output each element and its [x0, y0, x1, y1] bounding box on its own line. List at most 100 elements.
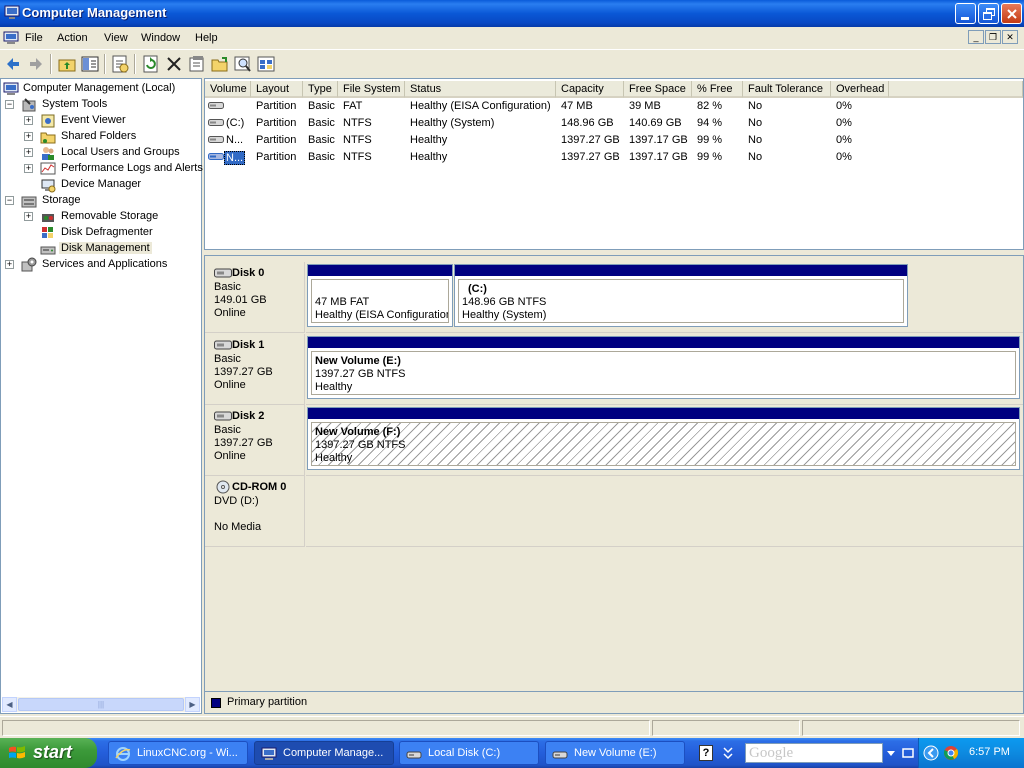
- disk-name: Disk 0: [232, 267, 265, 279]
- title-bar[interactable]: Computer Management: [0, 0, 1024, 27]
- toolbar-separator: [134, 54, 136, 74]
- cell-volume: N...: [224, 151, 246, 165]
- cell-file-system: NTFS: [343, 134, 372, 146]
- partition-c[interactable]: (C:) 148.96 GB NTFS Healthy (System): [454, 264, 908, 327]
- primary-partition-bar: [308, 265, 452, 276]
- disk-info-disk0[interactable]: Disk 0 Basic 149.01 GB Online: [205, 262, 305, 333]
- volume-row[interactable]: Partition Basic FAT Healthy (EISA Config…: [205, 98, 1023, 115]
- tree-label: Computer Management (Local): [23, 82, 176, 94]
- search-dropdown-icon[interactable]: [886, 748, 896, 758]
- expand-toggle[interactable]: +: [24, 132, 33, 141]
- cell-free-space: 1397.17 GB: [629, 151, 688, 163]
- disk-row-disk1: Disk 1 Basic 1397.27 GB Online New Volum…: [205, 334, 1023, 405]
- up-folder-icon[interactable]: [57, 54, 77, 74]
- column-header-free-space[interactable]: Free Space: [624, 81, 692, 98]
- minimize-button[interactable]: [955, 3, 976, 24]
- partition-label: New Volume (F:): [315, 426, 401, 438]
- chrome-icon[interactable]: [943, 745, 959, 761]
- mdi-close-button[interactable]: ✕: [1002, 30, 1018, 44]
- expand-toggle[interactable]: +: [24, 116, 33, 125]
- collapse-toggle[interactable]: −: [5, 100, 14, 109]
- mdi-minimize-button[interactable]: _: [968, 30, 984, 44]
- cell-capacity: 47 MB: [561, 100, 593, 112]
- volume-row-selected[interactable]: N... Partition Basic NTFS Healthy 1397.2…: [205, 149, 1023, 166]
- partition-f[interactable]: New Volume (F:) 1397.27 GB NTFS Healthy: [307, 407, 1020, 470]
- column-header-status[interactable]: Status: [405, 81, 556, 98]
- scroll-right-button[interactable]: ▶: [185, 697, 200, 712]
- expand-toggle[interactable]: +: [24, 164, 33, 173]
- taskbar-button-computer-management[interactable]: Computer Manage...: [254, 741, 394, 765]
- column-header-file-system[interactable]: File System: [338, 81, 405, 98]
- expand-toggle[interactable]: +: [24, 148, 33, 157]
- open-folder-icon[interactable]: [210, 54, 230, 74]
- volume-row[interactable]: N... Partition Basic NTFS Healthy 1397.2…: [205, 132, 1023, 149]
- column-header-overhead[interactable]: Overhead: [831, 81, 889, 98]
- restore-button[interactable]: [978, 3, 999, 24]
- menu-action[interactable]: Action: [57, 32, 88, 44]
- help-icon[interactable]: ?: [699, 745, 713, 761]
- taskbar-button-linuxcnc[interactable]: LinuxCNC.org - Wi...: [108, 741, 248, 765]
- expand-toggle[interactable]: +: [24, 212, 33, 221]
- partition-eisa[interactable]: 47 MB FAT Healthy (EISA Configuration): [307, 264, 453, 327]
- cell-capacity: 148.96 GB: [561, 117, 614, 129]
- status-segment: [652, 720, 800, 736]
- scroll-thumb[interactable]: |||: [18, 698, 184, 711]
- disk-info-disk2[interactable]: Disk 2 Basic 1397.27 GB Online: [205, 405, 305, 476]
- help-properties-icon[interactable]: [110, 54, 130, 74]
- disk-info-disk1[interactable]: Disk 1 Basic 1397.27 GB Online: [205, 334, 305, 405]
- refresh-icon[interactable]: [141, 54, 161, 74]
- forward-arrow-icon[interactable]: [26, 54, 46, 74]
- desktop-toolbar-icon[interactable]: [902, 747, 914, 759]
- computer-management-icon: [261, 747, 277, 760]
- search-icon[interactable]: [233, 54, 253, 74]
- back-arrow-icon[interactable]: [3, 54, 23, 74]
- computer-management-icon[interactable]: [3, 30, 19, 46]
- close-button[interactable]: [1001, 3, 1022, 24]
- removable-storage-icon: [42, 214, 54, 222]
- properties-icon[interactable]: [187, 54, 207, 74]
- column-header-type[interactable]: Type: [303, 81, 338, 98]
- delete-icon[interactable]: [164, 54, 184, 74]
- defragmenter-icon: [42, 227, 53, 238]
- menu-view[interactable]: View: [104, 32, 128, 44]
- column-header-percent-free[interactable]: % Free: [692, 81, 743, 98]
- tree-label: Performance Logs and Alerts: [61, 162, 203, 174]
- menu-help[interactable]: Help: [195, 32, 218, 44]
- cell-status: Healthy (System): [410, 117, 495, 129]
- settings-icon[interactable]: [256, 54, 276, 74]
- column-header-volume[interactable]: Volume: [205, 81, 251, 98]
- volume-row[interactable]: (C:) Partition Basic NTFS Healthy (Syste…: [205, 115, 1023, 132]
- tray-expand-icon[interactable]: [923, 745, 939, 761]
- mdi-restore-button[interactable]: ❐: [985, 30, 1001, 44]
- menu-file[interactable]: File: [25, 32, 43, 44]
- column-header-fault-tolerance[interactable]: Fault Tolerance: [743, 81, 831, 98]
- toolbar-chevron-icon[interactable]: [722, 745, 734, 761]
- drive-letter: DVD (D:): [214, 495, 259, 507]
- tree-label: Event Viewer: [61, 114, 126, 126]
- partition-e[interactable]: New Volume (E:) 1397.27 GB NTFS Healthy: [307, 336, 1020, 399]
- menu-window[interactable]: Window: [141, 32, 180, 44]
- system-tools-icon: [22, 98, 36, 112]
- column-header-capacity[interactable]: Capacity: [556, 81, 624, 98]
- tree-horizontal-scrollbar[interactable]: ◀ ||| ▶: [2, 697, 200, 712]
- column-header-layout[interactable]: Layout: [251, 81, 303, 98]
- console-tree-toggle-icon[interactable]: [80, 54, 100, 74]
- disk-area: [306, 476, 1023, 547]
- cell-file-system: NTFS: [343, 151, 372, 163]
- taskbar-button-new-volume[interactable]: New Volume (E:): [545, 741, 685, 765]
- start-button[interactable]: start: [0, 738, 97, 768]
- scroll-left-button[interactable]: ◀: [2, 697, 17, 712]
- storage-icon: [21, 196, 37, 208]
- disk-row-disk0: Disk 0 Basic 149.01 GB Online 47 MB FAT …: [205, 262, 1023, 333]
- partition-size: 47 MB FAT: [315, 296, 370, 308]
- volume-drive-icon: [208, 136, 224, 143]
- status-segment: [802, 720, 1020, 736]
- expand-toggle[interactable]: +: [5, 260, 14, 269]
- disk-info-cdrom0[interactable]: CD-ROM 0 DVD (D:) No Media: [205, 476, 305, 547]
- google-search-input[interactable]: Google: [745, 743, 883, 763]
- taskbar-button-local-disk[interactable]: Local Disk (C:): [399, 741, 539, 765]
- toolbar-separator: [50, 54, 52, 74]
- disk-type: Basic: [214, 281, 241, 293]
- cell-free-space: 140.69 GB: [629, 117, 682, 129]
- collapse-toggle[interactable]: −: [5, 196, 14, 205]
